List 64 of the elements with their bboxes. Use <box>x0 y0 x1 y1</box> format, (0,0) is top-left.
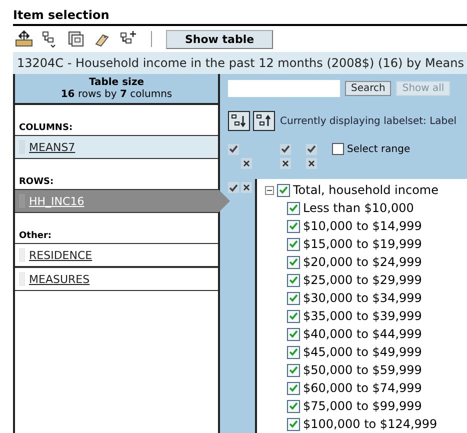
group-label: Other: <box>18 230 53 243</box>
table-title: 13204C - Household income in the past 12 months (2008$) (16) by Means <box>13 52 467 74</box>
tree-checkbox[interactable] <box>287 310 300 322</box>
tree-checkbox[interactable] <box>287 346 300 358</box>
clear-all-button[interactable] <box>280 158 291 168</box>
clear-all-button[interactable] <box>306 158 317 168</box>
clear-all-button[interactable] <box>241 182 252 193</box>
tree-item-label[interactable]: Total, household income <box>293 183 439 197</box>
search-field[interactable] <box>228 80 340 97</box>
tree-item-label[interactable]: $100,000 to $124,999 <box>303 417 438 431</box>
check-all-button[interactable] <box>306 144 317 154</box>
check-all-button[interactable] <box>280 144 291 154</box>
drag-handle-icon[interactable] <box>19 248 25 262</box>
sort-down-button[interactable] <box>228 111 250 131</box>
copy-icon[interactable] <box>67 30 85 48</box>
select-range-checkbox[interactable] <box>332 143 344 155</box>
check-all-button[interactable] <box>228 144 239 154</box>
sort-up-button[interactable] <box>253 111 275 131</box>
drag-handle-icon[interactable] <box>19 272 25 286</box>
tree-item-label[interactable]: $35,000 to $39,999 <box>303 309 422 323</box>
tree-checkbox[interactable] <box>287 292 300 304</box>
clear-all-button[interactable] <box>241 158 252 168</box>
select-range-label: Select range <box>347 144 410 154</box>
dimension-item[interactable]: MEANS7 <box>15 135 218 159</box>
tree-item-label[interactable]: $50,000 to $59,999 <box>303 363 422 377</box>
table-size-heading: Table size <box>88 77 146 89</box>
group-label: ROWS: <box>18 176 55 189</box>
tree-checkbox[interactable] <box>287 202 300 214</box>
tree-checkbox[interactable] <box>287 328 300 340</box>
tree-checkbox[interactable] <box>287 382 300 394</box>
tree-item-label[interactable]: $20,000 to $24,999 <box>303 255 422 269</box>
tree-checkbox[interactable] <box>287 256 300 268</box>
tree-item-label[interactable]: $40,000 to $44,999 <box>303 327 422 341</box>
tree-checkbox[interactable] <box>287 274 300 286</box>
dimension-link[interactable]: MEASURES <box>29 272 90 286</box>
tree-checkbox[interactable] <box>287 364 300 376</box>
tree-checkbox[interactable] <box>287 418 300 430</box>
collapse-icon[interactable] <box>265 186 274 194</box>
dimension-item[interactable]: RESIDENCE <box>15 243 218 267</box>
tree-item-label[interactable]: $75,000 to $99,999 <box>303 399 422 413</box>
drag-handle-icon[interactable] <box>19 194 25 208</box>
search-button[interactable]: Search <box>345 81 392 96</box>
tree-checkbox[interactable] <box>287 220 300 232</box>
page-title: Item selection <box>13 8 467 26</box>
group-label: COLUMNS: <box>18 122 74 135</box>
tree-checkbox[interactable] <box>287 400 300 412</box>
move-icon[interactable] <box>15 30 33 48</box>
tree-checkbox[interactable] <box>287 238 300 250</box>
check-all-button[interactable] <box>228 182 239 193</box>
tree-item-label[interactable]: $25,000 to $29,999 <box>303 273 422 287</box>
tree-checkbox[interactable] <box>277 184 290 196</box>
show-table-button[interactable]: Show table <box>166 30 274 48</box>
tree-item-label[interactable]: Less than $10,000 <box>303 201 414 215</box>
dimension-link[interactable]: MEANS7 <box>29 140 76 154</box>
dimension-item[interactable]: MEASURES <box>15 267 218 291</box>
tree-item-label[interactable]: $30,000 to $34,999 <box>303 291 422 305</box>
drag-handle-icon[interactable] <box>19 140 25 154</box>
labelset-text: Currently displaying labelset: Label <box>280 116 457 126</box>
table-size-summary: 16 rows by 7 columns <box>60 89 174 101</box>
tree-item-label[interactable]: $15,000 to $19,999 <box>303 237 422 251</box>
tree-item-label[interactable]: $10,000 to $14,999 <box>303 219 422 233</box>
dimension-link[interactable]: RESIDENCE <box>29 248 92 262</box>
tree-item-label[interactable]: $60,000 to $74,999 <box>303 381 422 395</box>
tree-item-label[interactable]: $45,000 to $49,999 <box>303 345 422 359</box>
